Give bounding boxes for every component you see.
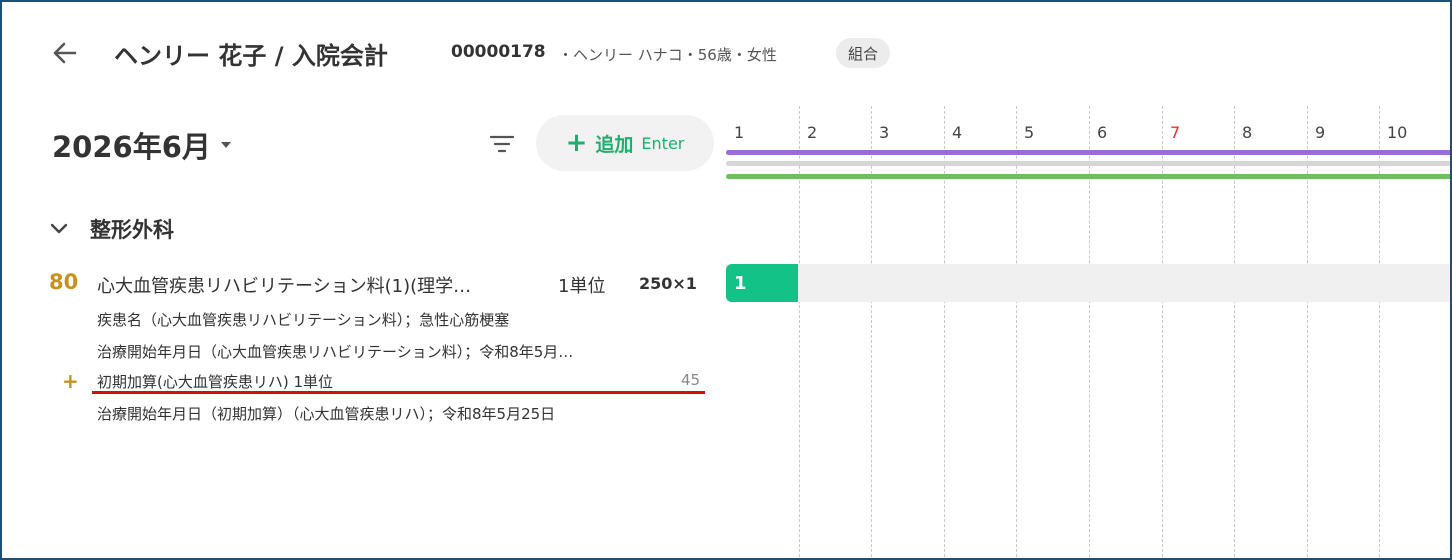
disease-line: 疾患名（心大血管疾患リハビリテーション料）；急性心筋梗塞 — [97, 311, 510, 329]
addon-plus-icon[interactable]: + — [62, 369, 79, 393]
day-number-10[interactable]: 10 — [1387, 123, 1407, 142]
start-date-line: 治療開始年月日（心大血管疾患リハビリテーション料）；令和8年5月… — [97, 343, 574, 361]
day-1-chip[interactable]: 1 — [726, 264, 798, 302]
filter-button[interactable] — [486, 128, 518, 160]
section-label: 整形外科 — [90, 218, 174, 242]
filter-icon — [489, 135, 515, 153]
gray-period-bar — [726, 161, 1450, 166]
item-name[interactable]: 心大血管疾患リハビリテーション料(1)(理学… — [97, 272, 471, 298]
calendar-grid: 1 1 2 3 4 5 6 7 8 9 10 — [726, 106, 1450, 558]
day-number-5[interactable]: 5 — [1024, 123, 1034, 142]
app-window: ヘンリー 花子 / 入院会計 00000178 ・ヘンリー ハナコ・56歳・女性… — [0, 0, 1452, 560]
red-underline-annotation — [92, 391, 705, 394]
item-unit: 1単位 — [558, 276, 606, 297]
green-period-bar — [726, 174, 1450, 179]
month-label: 2026年6月 — [52, 130, 211, 164]
add-button-label: 追加 — [595, 133, 634, 156]
month-selector[interactable]: 2026年6月 — [52, 124, 231, 166]
item-row-background — [726, 264, 1450, 302]
day-number-4[interactable]: 4 — [952, 123, 962, 142]
patient-id: 00000178 — [451, 42, 546, 62]
day-number-8[interactable]: 8 — [1242, 123, 1252, 142]
addon-points: 45 — [681, 371, 701, 389]
addon-name[interactable]: 初期加算(心大血管疾患リハ) 1単位 — [97, 371, 333, 392]
page-title: ヘンリー 花子 / 入院会計 — [114, 42, 388, 70]
add-shortcut-hint: Enter — [641, 133, 685, 153]
arrow-left-icon — [53, 42, 77, 64]
day-number-2[interactable]: 2 — [807, 123, 817, 142]
add-button[interactable]: + 追加 Enter — [536, 115, 714, 171]
plus-icon: + — [565, 128, 588, 158]
day-number-3[interactable]: 3 — [879, 123, 889, 142]
item-points: 80 — [49, 270, 79, 294]
patient-info: ・ヘンリー ハナコ・56歳・女性 — [558, 46, 777, 64]
item-quantity: 250×1 — [639, 274, 697, 293]
day-number-6[interactable]: 6 — [1097, 123, 1107, 142]
addon-start-date-line: 治療開始年月日（初期加算）（心大血管疾患リハ）；令和8年5月25日 — [97, 405, 556, 423]
day-number-7[interactable]: 7 — [1170, 123, 1180, 142]
day-number-9[interactable]: 9 — [1315, 123, 1325, 142]
section-header[interactable]: 整形外科 — [48, 214, 174, 244]
caret-down-icon — [220, 142, 231, 148]
chevron-down-icon — [48, 218, 70, 240]
day-number-1[interactable]: 1 — [734, 123, 744, 142]
purple-period-bar — [726, 150, 1450, 155]
back-button[interactable] — [48, 36, 82, 70]
insurance-badge: 組合 — [836, 38, 891, 68]
